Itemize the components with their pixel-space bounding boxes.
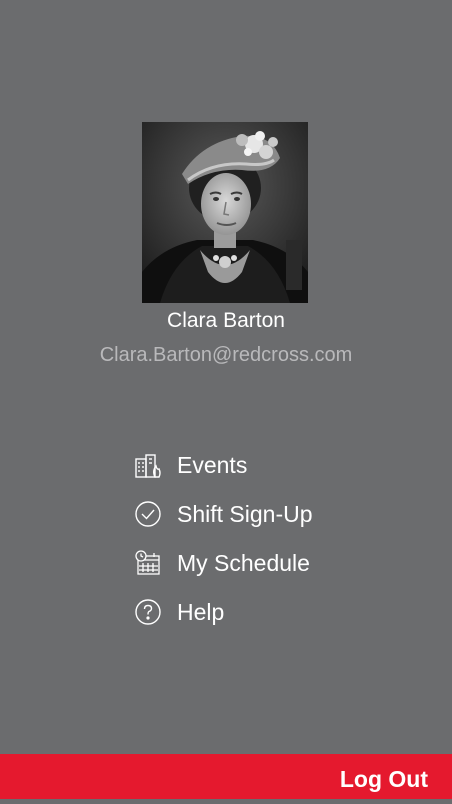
drawer-menu: Events Shift Sign-Up My Schedule Help bbox=[133, 440, 393, 636]
profile-name: Clara Barton bbox=[167, 309, 285, 332]
logout-bar: Log Out bbox=[0, 754, 452, 799]
menu-item-events[interactable]: Events bbox=[133, 440, 393, 489]
menu-label-events: Events bbox=[177, 451, 248, 478]
check-circle-icon bbox=[133, 499, 163, 529]
portrait-photo bbox=[142, 122, 308, 303]
menu-label-my-schedule: My Schedule bbox=[177, 549, 310, 576]
menu-item-help[interactable]: Help bbox=[133, 587, 393, 636]
profile-email: Clara.Barton@redcross.com bbox=[99, 344, 353, 366]
events-icon bbox=[133, 450, 163, 480]
menu-label-help: Help bbox=[177, 598, 225, 625]
logout-button[interactable]: Log Out bbox=[340, 754, 428, 799]
menu-item-my-schedule[interactable]: My Schedule bbox=[133, 538, 393, 587]
calendar-clock-icon bbox=[133, 548, 163, 578]
menu-item-shift-sign-up[interactable]: Shift Sign-Up bbox=[133, 489, 393, 538]
help-circle-icon bbox=[133, 597, 163, 627]
menu-label-shift-sign-up: Shift Sign-Up bbox=[177, 500, 313, 527]
navigation-drawer: Clara Barton Clara.Barton@redcross.com E… bbox=[0, 0, 452, 799]
avatar bbox=[142, 122, 308, 303]
